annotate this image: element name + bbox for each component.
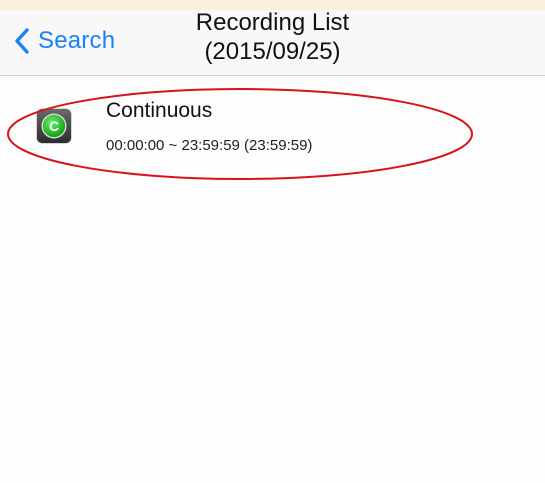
back-button-label: Search: [38, 27, 116, 54]
record-type-continuous-icon: C: [37, 109, 71, 143]
recording-list-screen: Search Recording List (2015/09/25) C Con…: [0, 0, 545, 483]
icon-letter: C: [43, 115, 65, 137]
back-button[interactable]: Search: [14, 24, 115, 58]
page-title-line2: (2015/09/25): [204, 38, 341, 65]
recording-list: C Continuous 00:00:00 ~ 23:59:59 (23:59:…: [0, 77, 545, 167]
chevron-left-icon: [14, 28, 30, 54]
page-title: Recording List (2015/09/25): [150, 8, 395, 66]
recording-title: Continuous: [106, 99, 213, 122]
navigation-bar: Search Recording List (2015/09/25): [0, 8, 545, 76]
list-item-continuous-recording[interactable]: C Continuous 00:00:00 ~ 23:59:59 (23:59:…: [0, 77, 545, 167]
page-title-line1: Recording List: [195, 9, 350, 36]
recording-time-range: 00:00:00 ~ 23:59:59 (23:59:59): [106, 137, 313, 154]
